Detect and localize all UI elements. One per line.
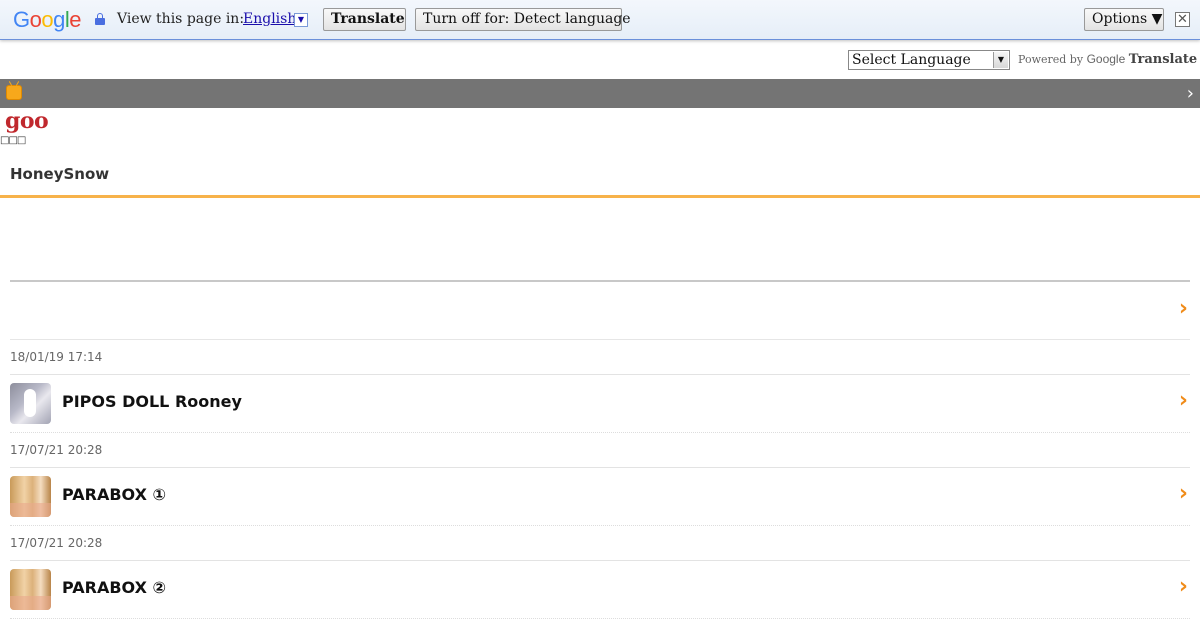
entry-date: 18/01/19 17:14 bbox=[10, 340, 1190, 375]
missing-glyph-text: □□□ bbox=[0, 135, 26, 146]
header-divider bbox=[0, 195, 1200, 198]
entry-title[interactable]: PARABOX ① bbox=[62, 485, 166, 504]
powered-by-google: Powered by Google Translate bbox=[1018, 52, 1197, 67]
entry-date: 17/07/21 20:28 bbox=[10, 526, 1190, 561]
logo-letter: o bbox=[29, 7, 42, 32]
language-dropdown-icon[interactable]: ▼ bbox=[294, 13, 308, 27]
blog-title[interactable]: HoneySnow bbox=[10, 165, 109, 183]
entry-date: 17/07/21 20:28 bbox=[10, 433, 1190, 468]
google-logo: Google bbox=[13, 7, 82, 33]
entry-row[interactable]: PARABOX ② › bbox=[10, 561, 1190, 619]
translate-link[interactable]: Translate bbox=[1129, 52, 1197, 67]
entry-row[interactable]: PARABOX ① › bbox=[10, 468, 1190, 526]
translate-button[interactable]: Translate bbox=[323, 8, 406, 31]
entry-row[interactable]: PIPOS DOLL Rooney › bbox=[10, 375, 1190, 433]
entry-thumbnail bbox=[10, 569, 51, 610]
top-nav-bar: › bbox=[0, 79, 1200, 108]
entry-thumbnail bbox=[10, 383, 51, 424]
turn-off-button[interactable]: Turn off for: Detect language bbox=[415, 8, 631, 31]
logo-letter: g bbox=[53, 7, 65, 32]
entry-title[interactable]: PARABOX ② bbox=[62, 578, 166, 597]
tv-icon[interactable] bbox=[6, 85, 22, 100]
chevron-right-icon: › bbox=[1178, 481, 1188, 506]
goo-logo[interactable]: goo bbox=[5, 108, 49, 134]
language-select[interactable]: Select Language ▼ bbox=[848, 50, 1010, 70]
chevron-down-icon: ▼ bbox=[993, 52, 1008, 68]
chevron-right-icon[interactable]: › bbox=[1187, 83, 1194, 104]
google-wordmark: Google bbox=[1086, 52, 1126, 66]
view-page-label: View this page in: bbox=[117, 11, 245, 27]
logo-letter: e bbox=[69, 7, 82, 32]
list-item[interactable]: › bbox=[10, 282, 1190, 340]
chevron-right-icon: › bbox=[1178, 574, 1188, 599]
powered-by-label: Powered by bbox=[1018, 53, 1084, 66]
entry-title[interactable]: PIPOS DOLL Rooney bbox=[62, 392, 242, 411]
entry-thumbnail bbox=[10, 476, 51, 517]
close-icon[interactable]: ✕ bbox=[1175, 12, 1190, 27]
chevron-right-icon: › bbox=[1178, 388, 1188, 413]
translate-bar: Google View this page in: English ▼ Tran… bbox=[0, 0, 1200, 40]
language-select-value: Select Language bbox=[852, 52, 971, 68]
language-link[interactable]: English bbox=[243, 11, 296, 27]
logo-letter: o bbox=[41, 7, 54, 32]
lock-icon bbox=[95, 13, 105, 25]
chevron-right-icon: › bbox=[1178, 296, 1188, 321]
entry-list: 18/01/19 17:14 PIPOS DOLL Rooney › 17/07… bbox=[10, 340, 1190, 619]
logo-letter: G bbox=[13, 7, 30, 32]
options-button[interactable]: Options ▼ bbox=[1084, 8, 1164, 31]
